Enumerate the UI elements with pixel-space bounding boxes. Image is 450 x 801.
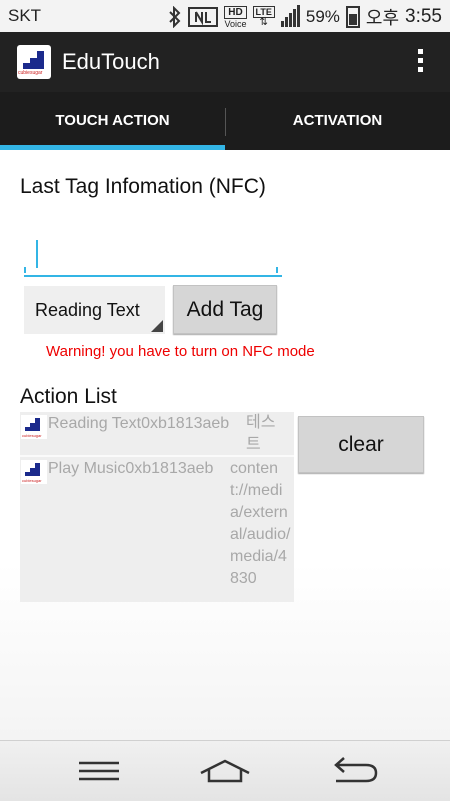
input-left-edge — [24, 267, 26, 273]
back-icon[interactable] — [322, 753, 382, 789]
nfc-icon — [188, 7, 219, 27]
add-tag-button[interactable]: Add Tag — [173, 285, 277, 334]
touch-action-panel: Last Tag Infomation (NFC) Reading Text A… — [0, 150, 450, 740]
hd-label: HD — [224, 5, 247, 19]
app-title: EduTouch — [62, 49, 160, 74]
action-bar: cubiesugar EduTouch — [0, 32, 450, 92]
action-name: Reading Text0xb1813aeb — [48, 415, 230, 432]
last-tag-title: Last Tag Infomation (NFC) — [20, 175, 266, 198]
icon-text: cubiesugar — [22, 433, 42, 438]
cubiesugar-icon: cubiesugar — [21, 460, 47, 484]
icon-text: cubiesugar — [22, 478, 42, 483]
list-item[interactable]: cubiesugar Reading Text0xb1813aeb 테스트 — [20, 412, 294, 455]
cubiesugar-icon: cubiesugar — [21, 415, 47, 439]
action-type-spinner[interactable]: Reading Text — [24, 286, 165, 334]
input-right-edge — [276, 267, 278, 273]
overflow-menu-icon[interactable] — [418, 49, 424, 75]
tab-divider — [225, 108, 226, 136]
voice-label: Voice — [224, 18, 247, 29]
logo-text: cubiesugar — [18, 70, 43, 76]
app-logo-icon[interactable]: cubiesugar — [17, 45, 51, 79]
action-value: content://media/external/audio/media/483… — [230, 460, 291, 587]
time-ampm: 오후 — [365, 8, 400, 28]
tag-info-input[interactable] — [24, 233, 282, 277]
action-list: cubiesugar Reading Text0xb1813aeb 테스트 cu… — [20, 412, 294, 602]
status-icons: HD Voice LTE ⇅ 59% 오후 3:55 — [168, 4, 442, 30]
lte-icon: LTE ⇅ — [252, 6, 275, 28]
menu-icon[interactable] — [69, 753, 129, 789]
battery-icon — [345, 6, 360, 28]
hd-voice-icon: HD Voice — [224, 5, 247, 29]
signal-icon — [280, 5, 300, 27]
battery-percent: 59% — [305, 7, 340, 26]
bluetooth-icon — [169, 6, 181, 28]
status-bar: SKT HD Voice LTE ⇅ 59% 오후 3:55 — [0, 0, 450, 32]
clear-button[interactable]: clear — [298, 416, 424, 473]
spinner-arrow-icon — [151, 320, 163, 332]
tab-activation[interactable]: ACTIVATION — [225, 92, 450, 150]
action-list-title: Action List — [20, 385, 117, 408]
clock-time: 3:55 — [405, 6, 442, 27]
navigation-bar — [0, 740, 450, 801]
spinner-value: Reading Text — [35, 300, 140, 320]
nfc-warning: Warning! you have to turn on NFC mode — [46, 343, 315, 360]
list-item[interactable]: cubiesugar Play Music0xb1813aeb content:… — [20, 457, 294, 602]
tab-touch-action-label: TOUCH ACTION — [55, 112, 170, 129]
carrier-label: SKT — [8, 6, 42, 25]
text-cursor — [36, 240, 38, 268]
home-icon[interactable] — [195, 753, 255, 789]
tab-touch-action[interactable]: TOUCH ACTION — [0, 92, 225, 150]
tab-activation-label: ACTIVATION — [292, 112, 383, 129]
action-value: 테스트 — [246, 414, 276, 453]
tab-bar: TOUCH ACTION ACTIVATION — [0, 92, 450, 150]
action-name: Play Music0xb1813aeb — [48, 460, 214, 477]
